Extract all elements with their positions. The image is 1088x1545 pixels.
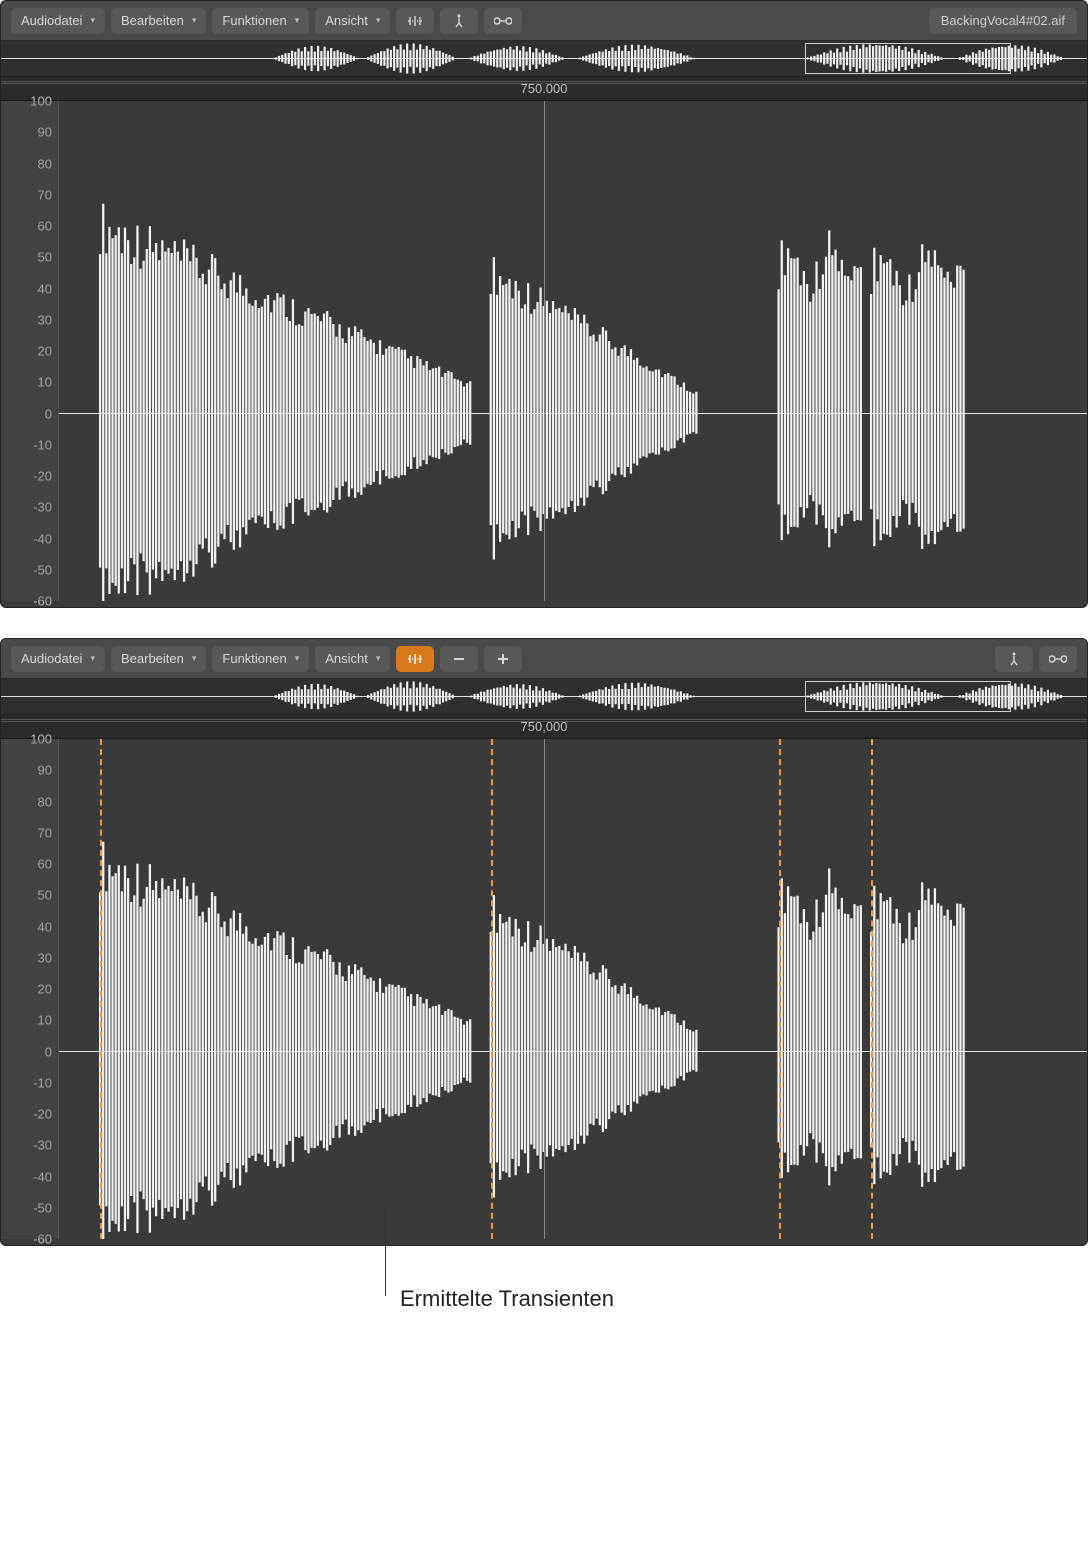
overview-strip[interactable]: [1, 679, 1087, 715]
link-icon: [494, 15, 512, 27]
ruler-value: 750,000: [521, 719, 568, 734]
amplitude-tick: -20: [33, 469, 52, 484]
amplitude-tick: -30: [33, 500, 52, 515]
menu-bearbeiten[interactable]: Bearbeiten ▾: [111, 646, 206, 672]
amplitude-tick: 0: [45, 406, 52, 421]
ruler-value: 750.000: [521, 81, 568, 96]
chevron-down-icon: ▾: [192, 15, 197, 26]
link-button[interactable]: [484, 8, 522, 34]
amplitude-tick: -40: [33, 1169, 52, 1184]
amplitude-scale: 1009080706050403020100-10-20-30-40-50-60: [1, 739, 59, 1239]
chevron-down-icon: ▾: [295, 15, 300, 26]
callout: Ermittelte Transienten: [0, 1256, 930, 1336]
toolbar: Audiodatei ▾ Bearbeiten ▾ Funktionen ▾ A…: [1, 1, 1087, 41]
amplitude-tick: 40: [38, 919, 52, 934]
menu-audiodatei[interactable]: Audiodatei ▾: [11, 8, 105, 34]
amplitude-tick: -50: [33, 562, 52, 577]
amplitude-tick: 10: [38, 1013, 52, 1028]
chevron-down-icon: ▾: [90, 15, 95, 26]
amplitude-tick: 20: [38, 982, 52, 997]
transient-edit-icon: [406, 652, 424, 666]
toolbar: Audiodatei ▾ Bearbeiten ▾ Funktionen ▾ A…: [1, 639, 1087, 679]
menu-label: Funktionen: [222, 13, 286, 28]
amplitude-tick: 80: [38, 156, 52, 171]
add-transient-button[interactable]: [484, 646, 522, 672]
audio-editor-panel: Audiodatei ▾ Bearbeiten ▾ Funktionen ▾ A…: [0, 0, 1088, 608]
chevron-down-icon: ▾: [90, 653, 95, 664]
menu-label: Audiodatei: [21, 13, 82, 28]
menu-label: Bearbeiten: [121, 651, 184, 666]
time-ruler[interactable]: 750.000: [1, 77, 1087, 101]
amplitude-tick: -60: [33, 594, 52, 609]
overview-view-indicator[interactable]: [805, 681, 1011, 712]
callout-line: [385, 1206, 386, 1296]
flex-button[interactable]: [995, 646, 1033, 672]
amplitude-tick: 100: [30, 732, 52, 747]
overview-view-indicator[interactable]: [805, 43, 1011, 74]
amplitude-tick: 70: [38, 187, 52, 202]
menu-label: Funktionen: [222, 651, 286, 666]
menu-bearbeiten[interactable]: Bearbeiten ▾: [111, 8, 206, 34]
time-ruler[interactable]: 750,000: [1, 715, 1087, 739]
amplitude-tick: -50: [33, 1200, 52, 1215]
amplitude-tick: 40: [38, 281, 52, 296]
chevron-down-icon: ▾: [376, 15, 381, 26]
amplitude-tick: 10: [38, 375, 52, 390]
plus-icon: [496, 652, 510, 666]
amplitude-tick: 30: [38, 312, 52, 327]
amplitude-tick: 70: [38, 825, 52, 840]
amplitude-tick: -20: [33, 1107, 52, 1122]
callout-label: Ermittelte Transienten: [400, 1286, 614, 1312]
link-button[interactable]: [1039, 646, 1077, 672]
overview-strip[interactable]: [1, 41, 1087, 77]
amplitude-tick: 100: [30, 94, 52, 109]
menu-funktionen[interactable]: Funktionen ▾: [212, 646, 309, 672]
minus-icon: [452, 652, 466, 666]
flex-icon: [1006, 651, 1022, 667]
waveform-canvas: [59, 739, 1087, 1239]
menu-funktionen[interactable]: Funktionen ▾: [212, 8, 309, 34]
transient-edit-button[interactable]: [396, 8, 434, 34]
amplitude-tick: 90: [38, 763, 52, 778]
amplitude-tick: 50: [38, 250, 52, 265]
amplitude-tick: -40: [33, 531, 52, 546]
amplitude-tick: 30: [38, 950, 52, 965]
amplitude-tick: 80: [38, 794, 52, 809]
playhead[interactable]: [544, 739, 545, 1239]
waveform-canvas: [59, 101, 1087, 601]
playhead[interactable]: [544, 101, 545, 601]
transient-edit-icon: [406, 14, 424, 28]
menu-ansicht[interactable]: Ansicht ▾: [315, 646, 390, 672]
chevron-down-icon: ▾: [376, 653, 381, 664]
audio-editor-panel: Audiodatei ▾ Bearbeiten ▾ Funktionen ▾ A…: [0, 638, 1088, 1246]
menu-label: Ansicht: [325, 651, 368, 666]
waveform-area[interactable]: 1009080706050403020100-10-20-30-40-50-60: [1, 101, 1087, 601]
amplitude-scale: 1009080706050403020100-10-20-30-40-50-60: [1, 101, 59, 601]
menu-label: Ansicht: [325, 13, 368, 28]
menu-audiodatei[interactable]: Audiodatei ▾: [11, 646, 105, 672]
amplitude-tick: 50: [38, 888, 52, 903]
amplitude-tick: 60: [38, 219, 52, 234]
link-icon: [1049, 653, 1067, 665]
chevron-down-icon: ▾: [295, 653, 300, 664]
chevron-down-icon: ▾: [192, 653, 197, 664]
amplitude-tick: 90: [38, 125, 52, 140]
waveform-area[interactable]: 1009080706050403020100-10-20-30-40-50-60: [1, 739, 1087, 1239]
flex-button[interactable]: [440, 8, 478, 34]
flex-icon: [451, 13, 467, 29]
menu-label: Audiodatei: [21, 651, 82, 666]
amplitude-tick: -10: [33, 1075, 52, 1090]
amplitude-tick: 20: [38, 344, 52, 359]
transient-edit-button[interactable]: [396, 646, 434, 672]
amplitude-tick: 0: [45, 1044, 52, 1059]
menu-ansicht[interactable]: Ansicht ▾: [315, 8, 390, 34]
menu-label: Bearbeiten: [121, 13, 184, 28]
filename-label: BackingVocal4#02.aif: [929, 8, 1077, 34]
remove-transient-button[interactable]: [440, 646, 478, 672]
amplitude-tick: -60: [33, 1232, 52, 1247]
amplitude-tick: -30: [33, 1138, 52, 1153]
amplitude-tick: 60: [38, 857, 52, 872]
amplitude-tick: -10: [33, 437, 52, 452]
